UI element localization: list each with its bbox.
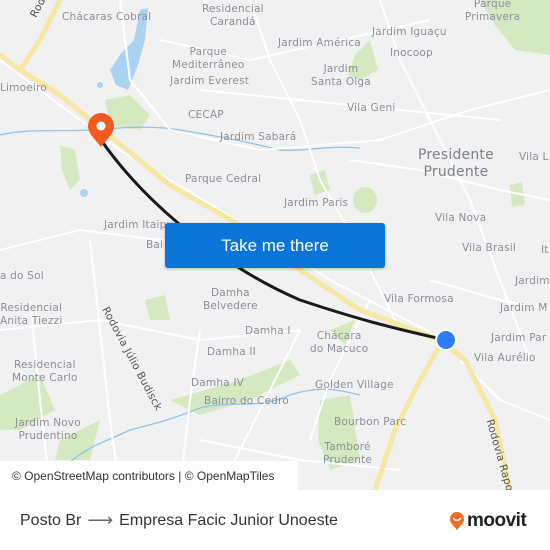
moovit-pin-icon: [450, 512, 464, 530]
map-label-jardim-itaipu: Jardim Itaipu: [104, 219, 174, 231]
map-view[interactable]: Chácaras Cobral Residencial Carandá Parq…: [0, 0, 550, 490]
map-label-residencial-anita-tiezzi: Residencial Anita Tiezzi: [0, 302, 63, 327]
map-label-damha-i: Damha I: [245, 325, 291, 337]
map-label-vila-aurelio: Vila Aurélio: [474, 352, 536, 364]
map-label-residencial-caranda: Residencial Carandá: [202, 3, 264, 28]
map-label-bourbon-parc: Bourbon Parc: [334, 416, 407, 428]
map-label-vila-brasil: Vila Brasil: [462, 242, 517, 254]
moovit-wordmark: moovit: [467, 510, 527, 531]
rivers: [0, 126, 361, 463]
arrow-right-icon: ⟶: [87, 510, 114, 530]
map-label-inocoop: Inocoop: [390, 47, 433, 59]
map-label-residencial-monte-carlo: Residencial Monte Carlo: [12, 359, 78, 384]
map-label-damha-ii: Damha II: [207, 346, 256, 358]
map-label-it: It: [541, 244, 549, 256]
map-label-parque-cedral: Parque Cedral: [185, 173, 262, 185]
map-label-jardim-par: Jardim Par: [491, 332, 547, 344]
map-label-tambore-prudente: Tamboré Prudente: [323, 441, 373, 466]
map-label-jardim-santa-olga: Jardim Santa Olga: [311, 63, 371, 88]
map-label-chacaras-cobral: Chácaras Cobral: [62, 11, 152, 23]
map-label-presidente-prudente: Presidente Prudente: [418, 147, 494, 180]
map-label-do-sol: a do Sol: [0, 270, 44, 282]
map-label-vila-geni: Vila Geni: [347, 102, 396, 114]
take-me-there-button[interactable]: Take me there: [165, 223, 385, 268]
map-label-jardim-everest: Jardim Everest: [170, 75, 250, 87]
map-label-limoeiro: Limoeiro: [0, 82, 47, 94]
map-label-jardim-iguacu: Jardim Iguaçu: [372, 26, 447, 38]
map-label-vila-formosa: Vila Formosa: [384, 293, 454, 305]
moovit-logo: moovit: [449, 510, 527, 532]
map-label-vila-l: Vila L: [519, 151, 549, 163]
origin-name: Posto Br: [20, 511, 82, 529]
map-label-jardim-sabara: Jardim Sabará: [220, 131, 297, 143]
map-label-jardim-america: Jardim América: [278, 37, 361, 49]
map-label-bairro-do-cedro: Bairro do Cedro: [204, 395, 289, 407]
map-label-golden-village: Golden Village: [315, 379, 394, 391]
map-label-parque-primavera: Parque Primavera: [465, 0, 521, 23]
route-summary: Posto Br ⟶ Empresa Facic Junior Unoeste: [20, 510, 338, 531]
map-attribution[interactable]: © OpenStreetMap contributors | © OpenMap…: [0, 461, 298, 490]
map-label-jardim: Jardim: [515, 275, 550, 287]
map-label-parque-mediterraneo: Parque Mediterrâneo: [172, 46, 245, 71]
destination-dot-icon[interactable]: [435, 329, 457, 351]
destination-name: Empresa Facic Junior Unoeste: [119, 511, 338, 529]
map-label-jardim-paris: Jardim Paris: [284, 197, 349, 209]
map-label-jardim-novo-prudentino: Jardim Novo Prudentino: [15, 417, 81, 442]
map-label-damha-belvedere: Damha Belvedere: [203, 287, 258, 312]
map-label-cecap: CECAP: [188, 109, 224, 121]
map-label-vila-nova: Vila Nova: [435, 212, 487, 224]
map-label-jardim-m: Jardim M: [500, 302, 548, 314]
map-label-bairro: Bai: [146, 239, 164, 251]
map-label-damha-iv: Damha IV: [191, 377, 245, 389]
map-label-chacara-do-macuco: Chácara do Macuco: [310, 330, 369, 355]
